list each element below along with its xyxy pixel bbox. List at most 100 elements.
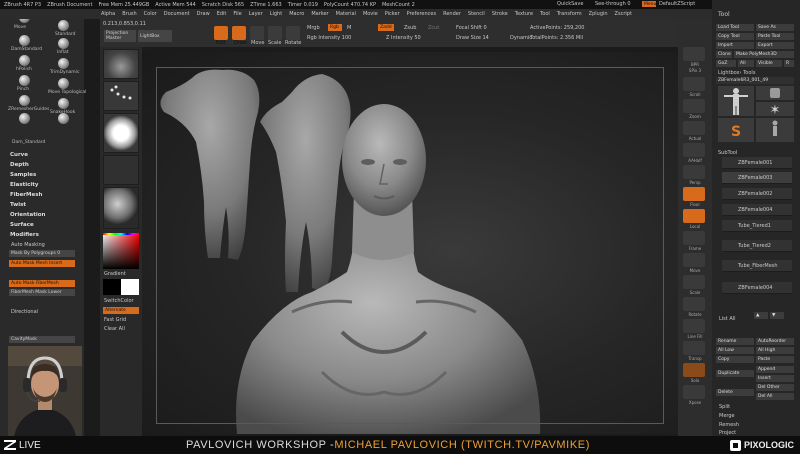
- lightbox-tools-button[interactable]: Lightbox› Tools: [718, 70, 755, 76]
- subtool-row[interactable]: Tube_FiberMesh: [722, 260, 792, 272]
- palette-orientation[interactable]: Orientation: [10, 212, 45, 218]
- all-high-button[interactable]: All High: [756, 347, 794, 354]
- stroke-dots-icon[interactable]: [103, 81, 139, 111]
- subtool-row[interactable]: ZBFemale004: [722, 204, 792, 216]
- palette-surface[interactable]: Surface: [10, 222, 34, 228]
- remesh-header[interactable]: Remesh: [719, 422, 739, 428]
- move-view-button[interactable]: [683, 253, 705, 267]
- delete-button[interactable]: Delete: [716, 389, 754, 396]
- tool-thumb-cylinder[interactable]: [756, 86, 794, 100]
- menu-color[interactable]: Color: [144, 11, 157, 17]
- secondary-color-swatch[interactable]: [121, 279, 139, 295]
- quicksave-button[interactable]: QuickSave: [557, 1, 583, 7]
- rotate-mode-button[interactable]: [286, 26, 300, 40]
- brush-zremesherguides-icon[interactable]: [19, 95, 30, 106]
- auto-masking-header[interactable]: Auto Masking: [11, 242, 45, 248]
- import-button[interactable]: Import: [716, 42, 754, 49]
- hue-strip[interactable]: [103, 233, 139, 235]
- zcut-toggle[interactable]: Zcut: [428, 25, 439, 31]
- brush-dam-standard-icon[interactable]: [19, 113, 30, 124]
- menu-movie[interactable]: Movie: [363, 11, 378, 17]
- subtool-row[interactable]: Tube_Tiered2: [722, 240, 792, 252]
- menu-light[interactable]: Light: [270, 11, 282, 17]
- floor-button[interactable]: [683, 187, 705, 201]
- gradient-toggle[interactable]: Gradient: [104, 271, 126, 277]
- all-button[interactable]: All: [738, 60, 754, 67]
- tool-thumb-s-icon[interactable]: S: [718, 118, 754, 142]
- local-button[interactable]: [683, 209, 705, 223]
- menu-layer[interactable]: Layer: [249, 11, 263, 17]
- menu-stencil[interactable]: Stencil: [468, 11, 485, 17]
- list-all-button[interactable]: List All: [719, 316, 736, 322]
- menu-file[interactable]: File: [233, 11, 241, 17]
- palette-fibermesh[interactable]: FiberMesh: [10, 192, 42, 198]
- menu-macro[interactable]: Macro: [289, 11, 304, 17]
- paste-subtool-button[interactable]: Paste: [756, 356, 794, 363]
- rgb-intensity-slider[interactable]: Rgb Intensity 100: [307, 35, 351, 41]
- texture-icon[interactable]: [103, 155, 139, 185]
- all-low-button[interactable]: All Low: [716, 347, 754, 354]
- duplicate-button[interactable]: Duplicate: [716, 370, 754, 377]
- subtool-row[interactable]: Tube_Tiered1: [722, 220, 792, 232]
- tool-thumb-star[interactable]: ✶: [756, 102, 794, 118]
- menu-stroke[interactable]: Stroke: [492, 11, 508, 17]
- menu-preferences[interactable]: Preferences: [407, 11, 436, 17]
- menu-render[interactable]: Render: [443, 11, 461, 17]
- material-sphere-icon[interactable]: [103, 187, 139, 229]
- brush-pinch-icon[interactable]: [19, 75, 30, 86]
- solo-button[interactable]: [683, 363, 705, 377]
- zoom-button[interactable]: [683, 99, 705, 113]
- brush-damstandard-icon[interactable]: [19, 35, 30, 46]
- split-header[interactable]: Split: [719, 404, 730, 410]
- menu-marker[interactable]: Marker: [311, 11, 328, 17]
- menu-texture[interactable]: Texture: [515, 11, 533, 17]
- subtool-row[interactable]: ZBFemale001: [722, 157, 792, 169]
- insert-button[interactable]: Insert: [756, 375, 794, 382]
- brush-move-topological-icon[interactable]: [58, 78, 69, 89]
- menu-draw[interactable]: Draw: [197, 11, 210, 17]
- scale-mode-button[interactable]: [268, 26, 282, 40]
- directional-toggle[interactable]: Directional: [11, 309, 38, 315]
- dynamic-toggle[interactable]: Dynamic: [510, 35, 532, 41]
- menus-toggle[interactable]: Menus: [642, 1, 659, 7]
- scroll-button[interactable]: [683, 77, 705, 91]
- visible-button[interactable]: Visible: [756, 60, 782, 67]
- current-brush-icon[interactable]: [103, 49, 139, 79]
- brush-hpolish-icon[interactable]: [19, 55, 30, 66]
- autoreorder-button[interactable]: AutoReorder: [756, 338, 794, 345]
- bpr-button[interactable]: [683, 47, 705, 61]
- persp-button[interactable]: [683, 165, 705, 179]
- goz-button[interactable]: GoZ: [716, 60, 736, 67]
- lightbox-button[interactable]: LightBox: [138, 30, 172, 42]
- xpose-button[interactable]: [683, 385, 705, 399]
- rgb-toggle[interactable]: Rgb: [328, 24, 342, 31]
- make-polymesh-button[interactable]: Make PolyMesh3D: [734, 51, 794, 58]
- aahalf-button[interactable]: [683, 143, 705, 157]
- palette-curve[interactable]: Curve: [10, 152, 28, 158]
- scale-view-button[interactable]: [683, 275, 705, 289]
- mrgb-toggle[interactable]: Mrgb: [307, 25, 320, 31]
- frame-button[interactable]: [683, 231, 705, 245]
- menu-material[interactable]: Material: [336, 11, 356, 17]
- menu-tool[interactable]: Tool: [540, 11, 550, 17]
- palette-modifiers[interactable]: Modifiers: [10, 232, 39, 238]
- clear-all-button[interactable]: Clear All: [104, 326, 125, 332]
- auto-mask-fibermesh-toggle[interactable]: Auto Mask FiberMesh: [9, 280, 75, 287]
- mask-by-polygroups-slider[interactable]: Mask By Polygroups 0: [9, 250, 75, 257]
- del-other-button[interactable]: Del Other: [756, 384, 794, 391]
- cavity-mask-toggle[interactable]: CavityMask: [9, 336, 75, 343]
- load-tool-button[interactable]: Load Tool: [716, 24, 754, 31]
- r-button[interactable]: R: [784, 60, 794, 67]
- transp-button[interactable]: [683, 341, 705, 355]
- zadd-toggle[interactable]: Zadd: [378, 24, 394, 31]
- default-zscript-button[interactable]: DefaultZScript: [659, 1, 695, 7]
- rename-button[interactable]: Rename: [716, 338, 754, 345]
- arrow-up-icon[interactable]: ▲: [754, 312, 768, 319]
- brush-extra-icon[interactable]: [58, 113, 69, 124]
- brush-inflat-icon[interactable]: [58, 38, 69, 49]
- line-fill-button[interactable]: [683, 319, 705, 333]
- see-through-slider[interactable]: See-through 0: [595, 1, 631, 7]
- fibermesh-mask-slider[interactable]: FiberMesh Mask Lower: [9, 289, 75, 296]
- actual-button[interactable]: [683, 121, 705, 135]
- append-button[interactable]: Append: [756, 366, 794, 373]
